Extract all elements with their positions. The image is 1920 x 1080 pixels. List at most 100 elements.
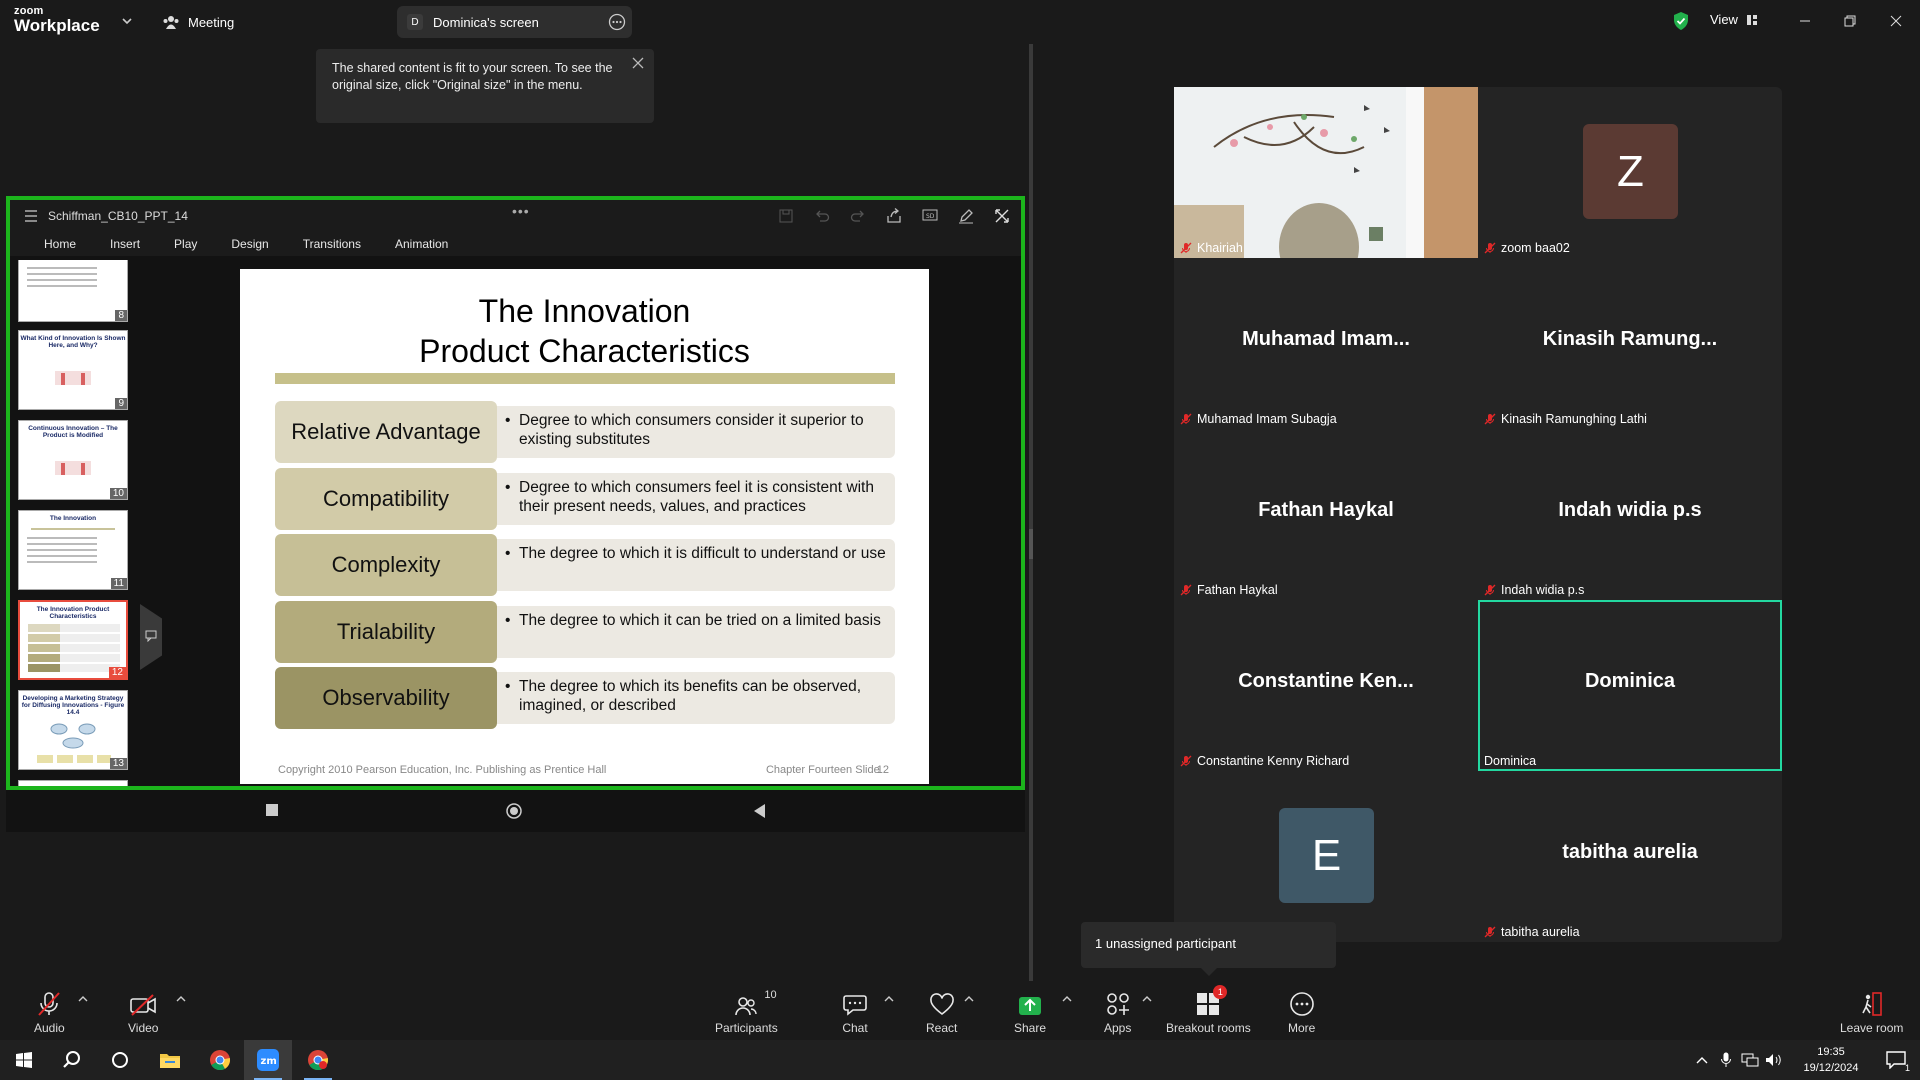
restore-button[interactable] — [1836, 8, 1864, 34]
participant-tile[interactable]: Indah widia p.s Indah widia p.s — [1478, 429, 1782, 600]
slide-title: The Innovation Product Characteristics — [419, 293, 750, 369]
hamburger-menu-icon[interactable] — [24, 210, 38, 222]
audio-options-chevron-up-icon[interactable] — [78, 995, 88, 1003]
chrome-icon[interactable] — [196, 1040, 244, 1080]
windows-start-icon[interactable] — [0, 1040, 48, 1080]
slide-thumbnail[interactable]: Continuous Innovation – The Product is M… — [18, 420, 128, 500]
tab-animation[interactable]: Animation — [385, 232, 458, 256]
slide-thumbnail[interactable]: The Innovation 11 — [18, 510, 128, 590]
file-explorer-icon[interactable] — [146, 1040, 194, 1080]
divider-grip[interactable] — [1029, 529, 1033, 559]
muted-mic-icon — [1180, 242, 1192, 254]
share-export-icon[interactable] — [883, 205, 905, 227]
meeting-controls: Audio Video 10 Participants Chat React S… — [0, 981, 1920, 1040]
more-button[interactable]: More — [1288, 989, 1315, 1035]
avatar: E — [1279, 808, 1374, 903]
comment-icon — [145, 630, 157, 642]
more-dots-icon[interactable]: ••• — [512, 203, 530, 219]
close-button[interactable] — [1882, 8, 1910, 34]
share-button[interactable]: Share — [1014, 989, 1046, 1035]
app-toolbar-icons: SD — [775, 205, 1013, 227]
split-divider[interactable] — [1029, 44, 1033, 981]
participant-display-name: Kinasih Ramung... — [1542, 328, 1718, 350]
home-icon[interactable] — [506, 803, 522, 819]
share-options-chevron-up-icon[interactable] — [1062, 995, 1072, 1003]
participant-tile[interactable]: Khairiah — [1174, 87, 1478, 258]
leave-room-button[interactable]: Leave room — [1840, 989, 1903, 1035]
participant-tile[interactable]: Z zoom baa02 — [1478, 87, 1782, 258]
zoom-logo: zoom Workplace — [14, 5, 100, 35]
system-tray-chevron-up-icon[interactable] — [1690, 1040, 1714, 1080]
view-button[interactable]: View — [1710, 12, 1758, 27]
pen-edit-icon[interactable] — [955, 205, 977, 227]
close-icon[interactable] — [632, 57, 644, 69]
fit-to-screen-tooltip: The shared content is fit to your screen… — [316, 49, 654, 123]
volume-icon[interactable] — [1762, 1040, 1786, 1080]
participant-tile[interactable]: Fathan Haykal Fathan Haykal — [1174, 429, 1478, 600]
slide-thumbnail-selected[interactable]: The Innovation Product Characteristics 1… — [18, 600, 128, 680]
back-icon[interactable] — [752, 803, 766, 819]
chrome-profile-icon[interactable] — [294, 1040, 342, 1080]
muted-mic-icon — [1180, 584, 1192, 596]
characteristic-row: Trialability The degree to which it can … — [275, 601, 895, 663]
expand-icon[interactable] — [991, 205, 1013, 227]
encryption-shield-icon[interactable] — [1672, 11, 1690, 31]
minimize-button[interactable] — [1791, 8, 1819, 34]
slideshow-icon[interactable]: SD — [919, 205, 941, 227]
slide-thumbnail[interactable] — [18, 780, 128, 786]
network-icon[interactable] — [1738, 1040, 1762, 1080]
participant-name-tag: zoom baa02 — [1484, 241, 1570, 255]
audio-button[interactable]: Audio — [34, 989, 65, 1035]
participants-icon: 10 — [734, 989, 777, 1017]
tab-transitions[interactable]: Transitions — [293, 232, 371, 256]
video-button[interactable]: Video — [128, 989, 158, 1035]
meeting-button[interactable]: Meeting — [162, 12, 234, 32]
video-options-chevron-up-icon[interactable] — [176, 995, 186, 1003]
participant-name-tag: Khairiah — [1180, 241, 1243, 255]
apps-button[interactable]: Apps — [1104, 989, 1131, 1035]
participant-display-name: Dominica — [1584, 670, 1676, 692]
participant-tile[interactable]: tabitha aurelia tabitha aurelia — [1478, 771, 1782, 942]
tab-insert[interactable]: Insert — [100, 232, 150, 256]
participant-tile-active-speaker[interactable]: Dominica Dominica — [1478, 600, 1782, 771]
tab-home[interactable]: Home — [34, 232, 86, 256]
apps-options-chevron-up-icon[interactable] — [1142, 995, 1152, 1003]
save-icon[interactable] — [775, 205, 797, 227]
tab-design[interactable]: Design — [221, 232, 278, 256]
shared-screen[interactable]: Schiffman_CB10_PPT_14 ••• SD Home Insert… — [6, 196, 1025, 790]
more-options-icon[interactable] — [608, 13, 626, 31]
search-icon[interactable] — [48, 1040, 96, 1080]
system-clock[interactable]: 19:35 19/12/2024 — [1796, 1044, 1866, 1076]
participant-name-tag: Fathan Haykal — [1180, 583, 1278, 597]
react-button[interactable]: React — [926, 989, 957, 1035]
task-view-icon[interactable] — [96, 1040, 144, 1080]
svg-text:zm: zm — [261, 1056, 277, 1067]
participants-button[interactable]: 10 Participants — [715, 989, 778, 1035]
slide-thumbnail[interactable]: What Kind of Innovation Is Shown Here, a… — [18, 330, 128, 410]
participant-tile[interactable]: Muhamad Imam... Muhamad Imam Subagja — [1174, 258, 1478, 429]
breakout-rooms-button[interactable]: 1 Breakout rooms — [1166, 985, 1251, 1035]
chat-button[interactable]: Chat — [842, 989, 868, 1035]
characteristic-description: The degree to which it is difficult to u… — [497, 539, 895, 591]
participant-tile[interactable]: Constantine Ken... Constantine Kenny Ric… — [1174, 600, 1478, 771]
redo-icon[interactable] — [847, 205, 869, 227]
notifications-icon[interactable]: 1 — [1872, 1040, 1920, 1080]
participant-display-name: Muhamad Imam... — [1242, 328, 1410, 350]
participant-tile[interactable]: Kinasih Ramung... Kinasih Ramunghing Lat… — [1478, 258, 1782, 429]
notes-panel-toggle[interactable] — [140, 604, 162, 670]
characteristic-description: Degree to which consumers feel it is con… — [497, 473, 895, 525]
react-options-chevron-up-icon[interactable] — [964, 995, 974, 1003]
microphone-icon[interactable] — [1714, 1040, 1738, 1080]
slide-thumbnail[interactable]: 8 — [18, 260, 128, 322]
zoom-taskbar-icon[interactable]: zm — [244, 1040, 292, 1080]
recent-apps-icon[interactable] — [265, 803, 279, 817]
characteristic-row: Complexity The degree to which it is dif… — [275, 534, 895, 596]
unassigned-participant-tooltip: 1 unassigned participant — [1081, 922, 1336, 976]
tab-play[interactable]: Play — [164, 232, 207, 256]
chat-options-chevron-up-icon[interactable] — [884, 995, 894, 1003]
chevron-down-icon[interactable] — [120, 14, 134, 28]
participant-tile[interactable]: E — [1174, 771, 1478, 942]
slide-thumbnail[interactable]: Developing a Marketing Strategy for Diff… — [18, 690, 128, 770]
shared-screen-selector[interactable]: D Dominica's screen — [397, 6, 632, 38]
undo-icon[interactable] — [811, 205, 833, 227]
